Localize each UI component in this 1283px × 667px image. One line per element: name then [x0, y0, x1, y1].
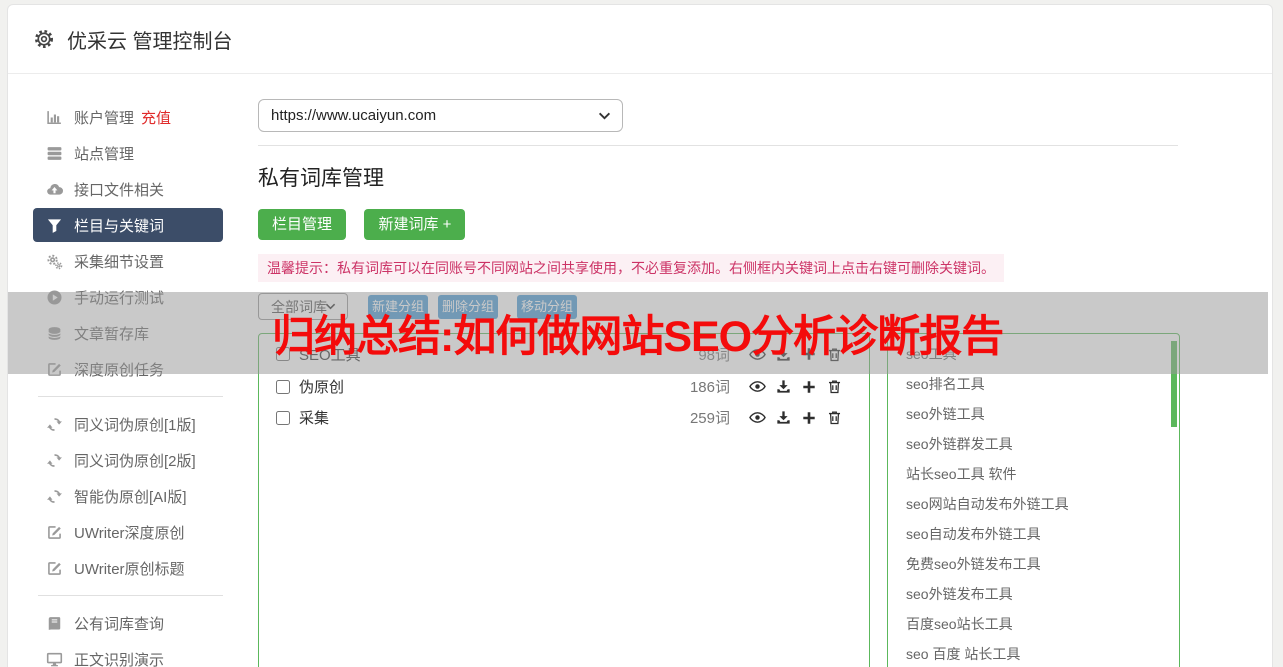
view-icon[interactable] — [749, 409, 766, 426]
sidebar-divider — [38, 595, 223, 596]
keyword-item[interactable]: seo外链群发工具 — [888, 429, 1179, 459]
thesaurus-panels: SEO工具 98词 伪原创 186词 — [258, 333, 1180, 667]
edit-icon — [46, 524, 63, 541]
page-title: 私有词库管理 — [258, 162, 1180, 192]
keyword-item[interactable]: seo外链工具 — [888, 399, 1179, 429]
sidebar-item-uwriter-title[interactable]: UWriter原创标题 — [33, 551, 223, 585]
thesaurus-row[interactable]: 伪原创 186词 — [259, 371, 869, 402]
site-url-value: https://www.ucaiyun.com — [271, 107, 436, 124]
sidebar-item-label: UWriter深度原创 — [74, 522, 185, 543]
sidebar-item-label: 正文识别演示 — [74, 649, 164, 667]
trash-icon[interactable] — [826, 409, 843, 426]
cloud-upload-icon — [46, 181, 63, 198]
keyword-item[interactable]: seo外链发布工具 — [888, 579, 1179, 609]
recharge-link[interactable]: 充值 — [141, 107, 171, 128]
site-url-select[interactable]: https://www.ucaiyun.com — [258, 99, 623, 132]
sidebar-item-ai-rewrite[interactable]: 智能伪原创[AI版] — [33, 479, 223, 513]
sidebar: 账户管理 充值 站点管理 接口文件相关 栏目与关键词 采集细节设置 手动运 — [8, 100, 251, 667]
gear-icon — [34, 29, 54, 49]
keyword-item[interactable]: seo 百度 站长工具 — [888, 639, 1179, 667]
keyword-item[interactable]: 免费seo外链发布工具 — [888, 549, 1179, 579]
sidebar-item-label: 智能伪原创[AI版] — [74, 486, 187, 507]
funnel-icon — [46, 217, 63, 234]
sidebar-item-label: 采集细节设置 — [74, 251, 164, 272]
sidebar-item-synonym-v1[interactable]: 同义词伪原创[1版] — [33, 407, 223, 441]
edit-icon — [46, 560, 63, 577]
sidebar-item-columns-keywords[interactable]: 栏目与关键词 — [33, 208, 223, 242]
download-icon[interactable] — [775, 409, 792, 426]
gears-icon — [46, 253, 63, 270]
monitor-icon — [46, 651, 63, 667]
app-window: 优采云 管理控制台 账户管理 充值 站点管理 接口文件相关 栏目与关键词 — [0, 0, 1283, 667]
refresh-icon — [46, 488, 63, 505]
keyword-item[interactable]: seo网站自动发布外链工具 — [888, 489, 1179, 519]
new-thesaurus-button[interactable]: 新建词库 + — [364, 209, 465, 240]
keyword-item[interactable]: 站长seo工具 软件 — [888, 459, 1179, 489]
sidebar-item-label: 接口文件相关 — [74, 179, 164, 200]
sidebar-item-label: 站点管理 — [74, 143, 134, 164]
keyword-item[interactable]: seo自动发布外链工具 — [888, 519, 1179, 549]
view-icon[interactable] — [749, 378, 766, 395]
trash-icon[interactable] — [826, 378, 843, 395]
refresh-icon — [46, 452, 63, 469]
app-header: 优采云 管理控制台 — [8, 5, 1272, 74]
refresh-icon — [46, 416, 63, 433]
row-checkbox[interactable] — [276, 411, 290, 425]
sidebar-item-label: 同义词伪原创[2版] — [74, 450, 196, 471]
word-count: 259词 — [690, 407, 730, 428]
word-count: 186词 — [690, 376, 730, 397]
keyword-panel: seo工具 seo排名工具 seo外链工具 seo外链群发工具 站长seo工具 … — [887, 333, 1180, 667]
action-buttons: 栏目管理 新建词库 + — [258, 209, 1180, 240]
sidebar-item-collect-settings[interactable]: 采集细节设置 — [33, 244, 223, 278]
sidebar-item-synonym-v2[interactable]: 同义词伪原创[2版] — [33, 443, 223, 477]
tip-message: 温馨提示：私有词库可以在同账号不同网站之间共享使用，不必重复添加。右侧框内关键词… — [258, 254, 1004, 282]
sidebar-divider — [38, 396, 223, 397]
sidebar-item-account[interactable]: 账户管理 充值 — [33, 100, 223, 134]
keyword-item[interactable]: 百度seo站长工具 — [888, 609, 1179, 639]
book-icon — [46, 615, 63, 632]
thesaurus-name: 采集 — [299, 407, 329, 428]
add-icon[interactable] — [801, 410, 817, 426]
site-list-icon — [46, 145, 63, 162]
thesaurus-row[interactable]: 采集 259词 — [259, 402, 869, 433]
sidebar-item-uwriter-deep[interactable]: UWriter深度原创 — [33, 515, 223, 549]
divider — [258, 145, 1178, 146]
overlay-headline: 归纳总结:如何做网站SEO分析诊断报告 — [272, 316, 1003, 359]
thesaurus-name: 伪原创 — [299, 376, 344, 397]
sidebar-item-label: 栏目与关键词 — [74, 215, 164, 236]
sidebar-item-label: 公有词库查询 — [74, 613, 164, 634]
column-manage-button[interactable]: 栏目管理 — [258, 209, 346, 240]
thesaurus-list-panel: SEO工具 98词 伪原创 186词 — [258, 333, 870, 667]
sidebar-item-label: 账户管理 — [74, 107, 134, 128]
chart-bar-icon — [46, 109, 63, 126]
sidebar-item-label: UWriter原创标题 — [74, 558, 185, 579]
sidebar-item-sites[interactable]: 站点管理 — [33, 136, 223, 170]
add-icon[interactable] — [801, 379, 817, 395]
sidebar-item-label: 同义词伪原创[1版] — [74, 414, 196, 435]
chevron-down-icon — [598, 111, 611, 121]
row-checkbox[interactable] — [276, 380, 290, 394]
download-icon[interactable] — [775, 378, 792, 395]
sidebar-item-content-recognition[interactable]: 正文识别演示 — [33, 642, 223, 667]
sidebar-item-interface-files[interactable]: 接口文件相关 — [33, 172, 223, 206]
app-title: 优采云 管理控制台 — [67, 25, 233, 54]
sidebar-item-public-thesaurus[interactable]: 公有词库查询 — [33, 606, 223, 640]
